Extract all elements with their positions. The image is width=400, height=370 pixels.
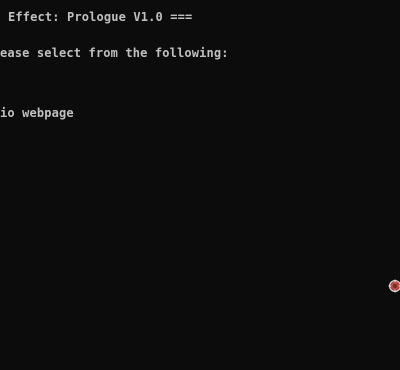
console-option-line[interactable]: io webpage [0,106,74,120]
target-cursor-icon [388,279,400,293]
console-prompt-line: ease select from the following: [0,46,229,60]
console-window[interactable]: Effect: Prologue V1.0 === ease select fr… [0,0,400,370]
console-title-line: Effect: Prologue V1.0 === [8,10,193,24]
